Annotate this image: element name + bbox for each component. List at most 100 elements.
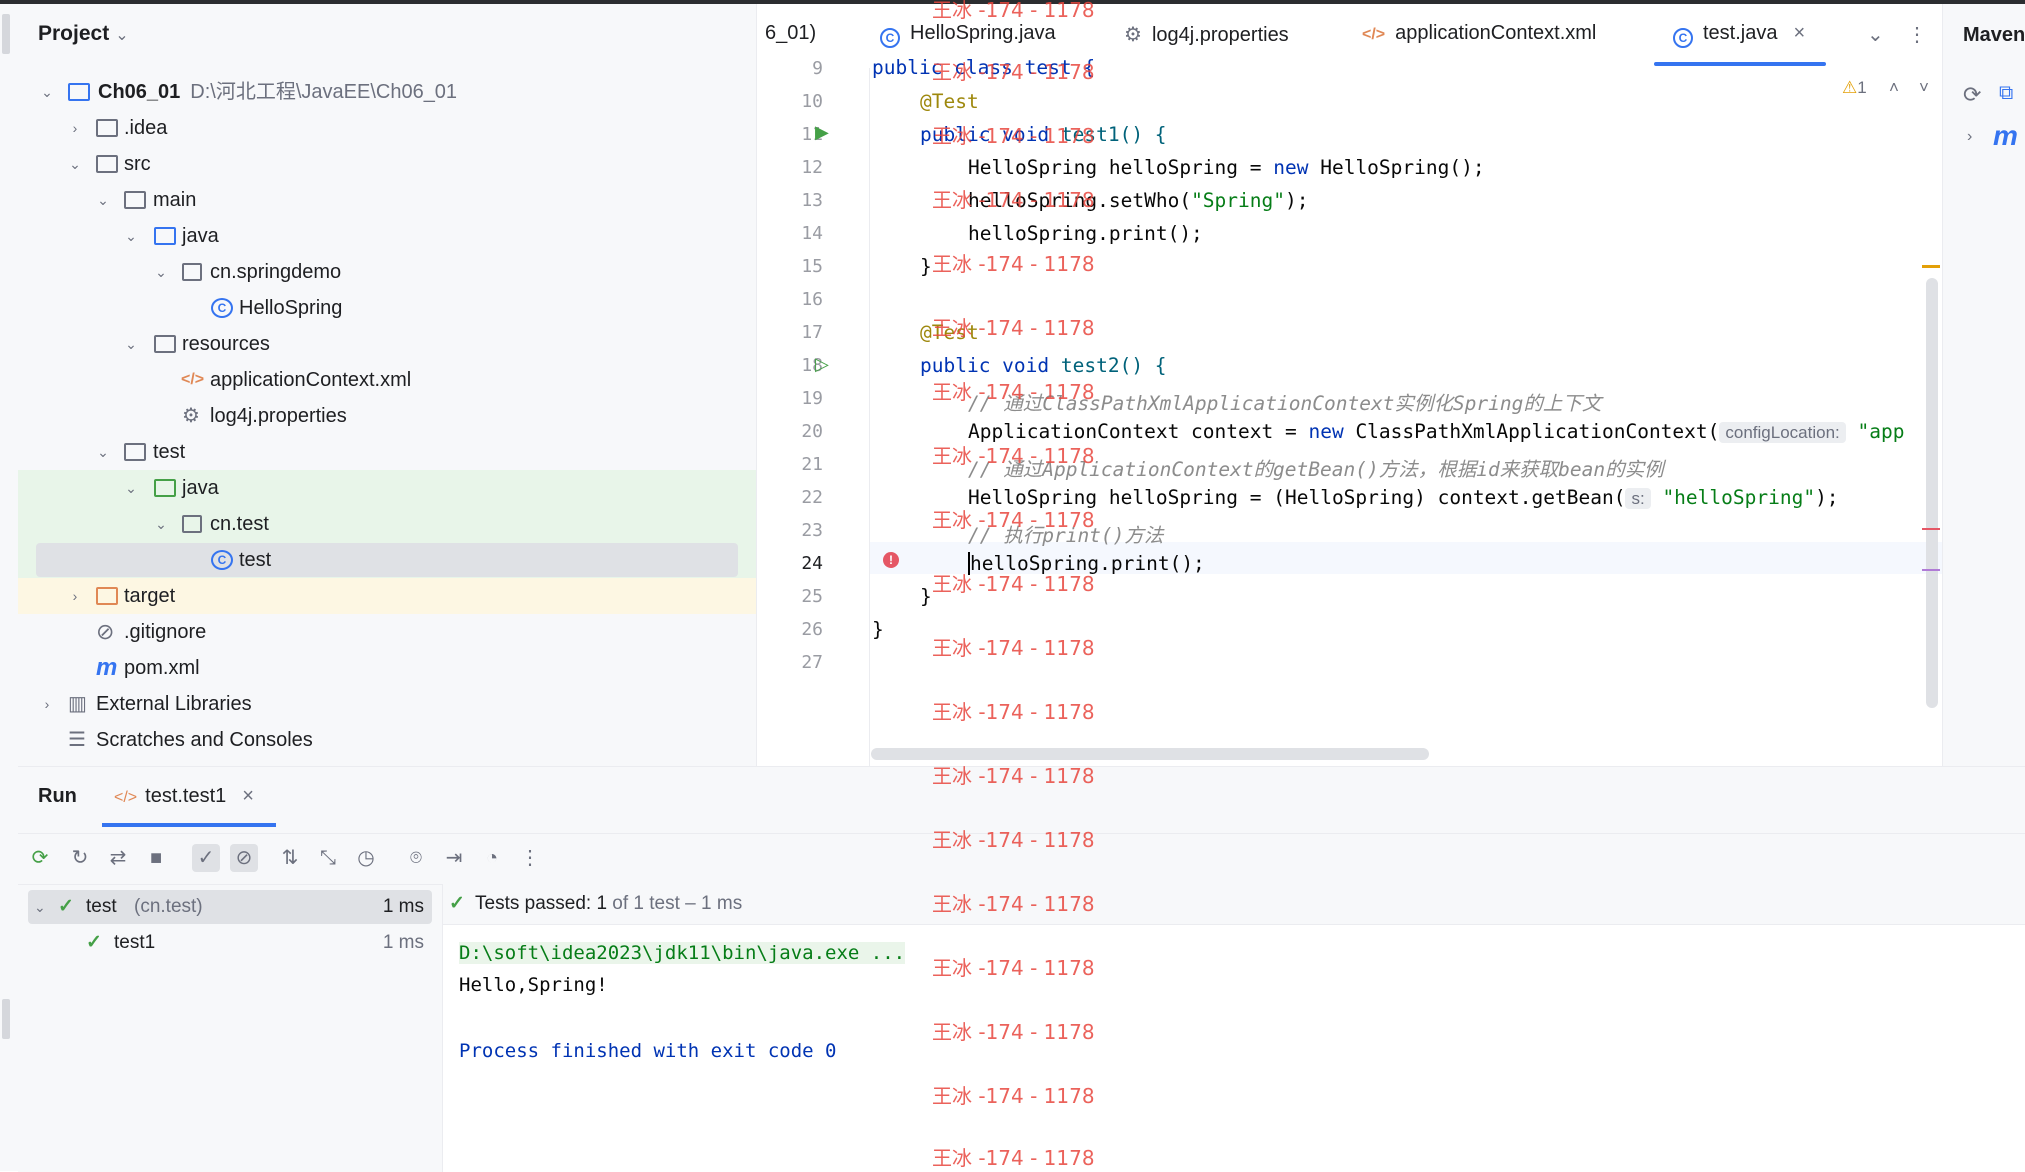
caret-stripe[interactable] bbox=[1922, 569, 1940, 571]
history-icon[interactable]: ◷ bbox=[352, 844, 380, 872]
line-number: 10 bbox=[801, 91, 823, 112]
camera-icon[interactable]: ⌾ bbox=[402, 844, 430, 872]
test-case-row[interactable]: ✓ test1 1 ms bbox=[28, 926, 432, 960]
tool-window-marker[interactable] bbox=[2, 999, 10, 1039]
chevron-down-icon[interactable]: ˅ bbox=[1919, 78, 1929, 98]
run-config-icon: </> bbox=[114, 789, 138, 806]
watermark-text: 王冰 -174 - 1178 bbox=[932, 444, 1095, 468]
chevron-right-icon[interactable]: › bbox=[1967, 128, 1972, 146]
chevron-down-icon[interactable]: ⌄ bbox=[38, 74, 56, 110]
warning-stripe[interactable] bbox=[1922, 265, 1940, 268]
code-string: "app bbox=[1857, 420, 1905, 443]
resources-folder-icon bbox=[154, 334, 176, 354]
test-status-text: Tests passed: 1 of 1 test – 1 ms bbox=[475, 884, 742, 924]
class-icon: C bbox=[211, 298, 233, 318]
chevron-down-icon[interactable]: ⌄ bbox=[152, 506, 170, 542]
tree-item-gitignore[interactable]: ⊘ .gitignore bbox=[18, 614, 756, 650]
tab-label: applicationContext.xml bbox=[1395, 22, 1597, 44]
watermark-text: 王冰 -174 - 1178 bbox=[932, 252, 1095, 276]
chevron-down-icon[interactable]: ⌄ bbox=[122, 470, 140, 506]
close-icon[interactable]: × bbox=[1793, 22, 1805, 44]
warning-indicator[interactable]: ⚠1 bbox=[1842, 78, 1867, 98]
tree-item-label: Scratches and Consoles bbox=[96, 729, 313, 751]
tool-window-marker[interactable] bbox=[2, 14, 10, 54]
package-icon bbox=[182, 514, 204, 534]
code-text: } bbox=[920, 255, 932, 278]
tree-item-test-java[interactable]: ⌄ java bbox=[18, 470, 756, 506]
tree-item-main[interactable]: ⌄ main bbox=[18, 182, 756, 218]
chevron-down-icon[interactable]: ⌄ bbox=[94, 182, 112, 218]
chevron-down-icon[interactable]: ⌄ bbox=[1867, 22, 1884, 47]
chevron-right-icon[interactable]: › bbox=[66, 110, 84, 146]
excluded-folder-icon bbox=[96, 586, 118, 606]
tree-item-applicationcontext[interactable]: </> applicationContext.xml bbox=[18, 362, 756, 398]
project-panel-header[interactable]: Project ⌄ bbox=[38, 22, 129, 46]
project-panel: Project ⌄ ⌄ Ch06_01 D:\河北工程\JavaEE\Ch06_01… bbox=[18, 4, 757, 766]
tree-item-module[interactable]: ⌄ Ch06_01 D:\河北工程\JavaEE\Ch06_01 bbox=[18, 74, 756, 110]
chevron-down-icon[interactable]: ⌄ bbox=[34, 890, 46, 924]
rerun-icon[interactable]: ⟳ bbox=[26, 844, 54, 872]
refresh-icon[interactable]: ⟳ bbox=[1963, 82, 1981, 108]
tree-item-src[interactable]: ⌄ src bbox=[18, 146, 756, 182]
tree-item-log4j[interactable]: ⚙ log4j.properties bbox=[18, 398, 756, 434]
chevron-right-icon[interactable]: › bbox=[38, 686, 56, 722]
code-editor[interactable]: 9 10 11 12 13 14 15 16 17 18 19 20 21 22 23 24 25 26 27 pu… bbox=[757, 56, 1942, 766]
test-suite-row[interactable]: ⌄ ✓ test (cn.test) 1 ms bbox=[28, 890, 432, 924]
package-icon bbox=[182, 262, 204, 282]
more-options-icon[interactable]: ⋮ bbox=[1907, 22, 1927, 47]
run-test-icon[interactable]: ▶ bbox=[815, 122, 829, 143]
show-ignored-icon[interactable]: ⊘ bbox=[230, 844, 258, 872]
code-text: ); bbox=[1815, 486, 1839, 509]
tab-hellospring[interactable]: C HelloSpring.java bbox=[880, 22, 1056, 48]
chevron-down-icon[interactable]: ⌄ bbox=[152, 254, 170, 290]
tree-item-target[interactable]: › target bbox=[18, 578, 756, 614]
vertical-scrollbar[interactable] bbox=[1926, 278, 1938, 708]
import-icon[interactable]: ⇥ bbox=[440, 844, 468, 872]
add-maven-project-icon[interactable]: ⧉ bbox=[1999, 82, 2013, 105]
tab-log4j[interactable]: ⚙ log4j.properties bbox=[1124, 22, 1289, 47]
code-text: helloSpring.print(); bbox=[968, 222, 1203, 245]
sort-icon[interactable]: ⇅ bbox=[276, 844, 304, 872]
tree-item-idea[interactable]: › .idea bbox=[18, 110, 756, 146]
chevron-down-icon[interactable]: ⌄ bbox=[122, 326, 140, 362]
run-test-icon[interactable]: ▷ bbox=[815, 354, 829, 375]
chevron-right-icon[interactable]: › bbox=[66, 578, 84, 614]
tab-test-java[interactable]: Ctest.java × bbox=[1673, 22, 1805, 48]
chevron-up-icon[interactable]: ˄ bbox=[1889, 78, 1899, 98]
chevron-down-icon[interactable]: ⌄ bbox=[115, 27, 128, 44]
code-line-14: helloSpring.print(); bbox=[968, 222, 1203, 245]
chevron-down-icon[interactable]: ⌄ bbox=[122, 218, 140, 254]
chevron-down-icon[interactable]: ⌄ bbox=[66, 146, 84, 182]
show-passed-icon[interactable]: ✓ bbox=[192, 844, 220, 872]
toggle-auto-test-icon[interactable]: ⇄ bbox=[104, 844, 132, 872]
maven-title[interactable]: Maven bbox=[1963, 24, 2025, 47]
code-line-25: } bbox=[920, 585, 932, 608]
error-icon[interactable]: ! bbox=[883, 552, 899, 568]
tree-item-resources[interactable]: ⌄ resources bbox=[18, 326, 756, 362]
coverage-icon[interactable]: ◔ bbox=[478, 844, 506, 872]
project-title: Project bbox=[38, 22, 110, 45]
tree-item-java[interactable]: ⌄ java bbox=[18, 218, 756, 254]
run-tab-label: test.test1 bbox=[145, 785, 227, 807]
tree-item-test-folder[interactable]: ⌄ test bbox=[18, 434, 756, 470]
tree-item-external-libraries[interactable]: › ▥ External Libraries bbox=[18, 686, 756, 722]
more-options-icon[interactable]: ⋮ bbox=[516, 844, 544, 872]
run-tab[interactable]: </> test.test1 × bbox=[114, 785, 254, 808]
stop-icon[interactable]: ■ bbox=[142, 844, 170, 872]
tree-item-scratches[interactable]: ☰ Scratches and Consoles bbox=[18, 722, 756, 758]
tree-item-package[interactable]: ⌄ cn.springdemo bbox=[18, 254, 756, 290]
chevron-down-icon[interactable]: ⌄ bbox=[94, 434, 112, 470]
tree-item-hellospring[interactable]: C HelloSpring bbox=[18, 290, 756, 326]
collapse-icon[interactable]: ⤡ bbox=[314, 844, 342, 872]
rerun-failed-icon[interactable]: ↻ bbox=[66, 844, 94, 872]
tab-ch06[interactable]: 6_01) bbox=[765, 22, 816, 45]
close-icon[interactable]: × bbox=[242, 785, 254, 807]
error-stripe[interactable] bbox=[1922, 528, 1940, 530]
tree-item-test-class[interactable]: C test bbox=[18, 542, 756, 578]
tree-item-test-package[interactable]: ⌄ cn.test bbox=[18, 506, 756, 542]
tab-applicationcontext[interactable]: </> applicationContext.xml bbox=[1362, 22, 1596, 45]
tree-item-pom[interactable]: m pom.xml bbox=[18, 650, 756, 686]
horizontal-scrollbar[interactable] bbox=[871, 748, 1429, 760]
tree-item-label: test bbox=[153, 441, 186, 463]
console-output[interactable]: ✓ Tests passed: 1 of 1 test – 1 ms D:\so… bbox=[443, 884, 2025, 1172]
